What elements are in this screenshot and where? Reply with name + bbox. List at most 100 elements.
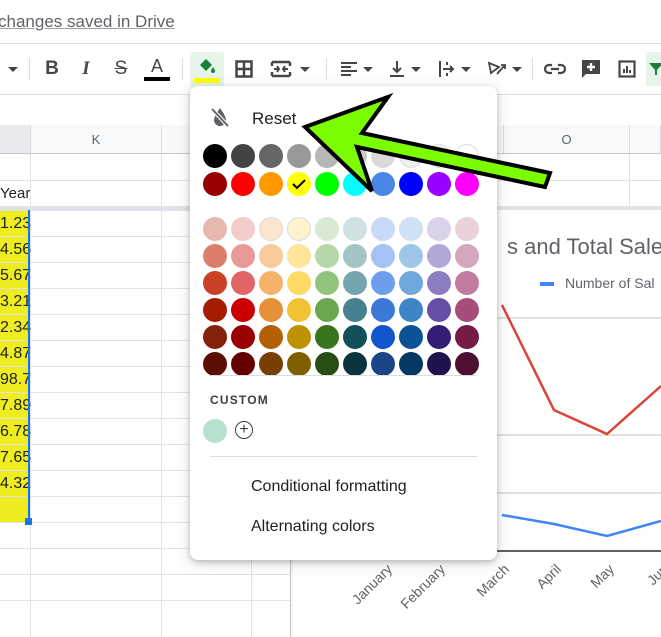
color-swatch[interactable] xyxy=(455,298,479,322)
alternating-colors-item[interactable]: Alternating colors xyxy=(251,518,375,536)
add-custom-color-button[interactable]: + xyxy=(235,421,253,439)
color-swatch[interactable] xyxy=(399,298,423,322)
color-swatch[interactable] xyxy=(343,144,367,168)
color-swatch[interactable] xyxy=(231,352,255,376)
color-swatch[interactable] xyxy=(259,352,283,376)
insert-comment-button[interactable] xyxy=(578,54,604,84)
conditional-formatting-item[interactable]: Conditional formatting xyxy=(251,478,407,496)
color-swatch[interactable] xyxy=(399,217,423,241)
vertical-align-button[interactable] xyxy=(386,54,424,84)
color-swatch[interactable] xyxy=(455,325,479,349)
reset-label[interactable]: Reset xyxy=(252,109,296,129)
color-swatch[interactable] xyxy=(315,325,339,349)
color-swatch[interactable] xyxy=(343,298,367,322)
color-swatch[interactable] xyxy=(287,298,311,322)
color-swatch[interactable] xyxy=(399,325,423,349)
color-swatch[interactable] xyxy=(259,325,283,349)
color-swatch[interactable] xyxy=(259,244,283,268)
color-swatch[interactable] xyxy=(287,172,311,196)
font-size-dropdown[interactable] xyxy=(4,54,22,84)
color-swatch[interactable] xyxy=(455,172,479,196)
data-cell[interactable]: 4.56 xyxy=(0,237,31,263)
color-swatch[interactable] xyxy=(427,352,451,376)
color-swatch[interactable] xyxy=(203,298,227,322)
column-header-k[interactable]: K xyxy=(31,125,162,154)
color-swatch[interactable] xyxy=(315,298,339,322)
color-swatch[interactable] xyxy=(259,172,283,196)
color-swatch[interactable] xyxy=(455,217,479,241)
color-swatch[interactable] xyxy=(203,244,227,268)
color-swatch[interactable] xyxy=(371,325,395,349)
color-swatch[interactable] xyxy=(203,352,227,376)
filter-button[interactable] xyxy=(646,52,661,86)
color-swatch[interactable] xyxy=(427,271,451,295)
color-swatch[interactable] xyxy=(371,172,395,196)
color-swatch[interactable] xyxy=(231,172,255,196)
color-swatch[interactable] xyxy=(287,217,311,241)
column-header[interactable] xyxy=(630,125,661,154)
color-swatch[interactable] xyxy=(343,172,367,196)
color-swatch[interactable] xyxy=(399,144,423,168)
color-swatch[interactable] xyxy=(231,217,255,241)
text-color-button[interactable]: A xyxy=(143,54,171,84)
data-cell[interactable]: 4.87 xyxy=(0,341,31,367)
color-swatch[interactable] xyxy=(427,217,451,241)
text-wrapping-button[interactable] xyxy=(434,54,474,84)
column-header-o[interactable]: O xyxy=(504,125,630,154)
data-cell[interactable]: 6.78 xyxy=(0,419,31,445)
color-swatch[interactable] xyxy=(259,298,283,322)
color-swatch[interactable] xyxy=(231,298,255,322)
insert-link-button[interactable] xyxy=(542,54,568,84)
color-swatch[interactable] xyxy=(371,144,395,168)
color-swatch[interactable] xyxy=(231,325,255,349)
color-swatch[interactable] xyxy=(315,352,339,376)
data-cell[interactable]: 7.65 xyxy=(0,445,31,471)
column-header[interactable] xyxy=(0,125,31,154)
color-swatch[interactable] xyxy=(399,172,423,196)
color-swatch[interactable] xyxy=(315,144,339,168)
strikethrough-button[interactable]: S xyxy=(109,54,133,84)
insert-chart-button[interactable] xyxy=(614,54,640,84)
color-swatch[interactable] xyxy=(315,271,339,295)
color-swatch[interactable] xyxy=(427,325,451,349)
color-swatch[interactable] xyxy=(427,172,451,196)
color-swatch[interactable] xyxy=(203,271,227,295)
color-swatch[interactable] xyxy=(259,144,283,168)
color-swatch[interactable] xyxy=(427,244,451,268)
color-swatch[interactable] xyxy=(259,271,283,295)
color-swatch[interactable] xyxy=(203,325,227,349)
color-swatch[interactable] xyxy=(343,217,367,241)
data-cell[interactable]: 1.23 xyxy=(0,211,31,237)
data-cell[interactable]: 2.34 xyxy=(0,315,31,341)
color-swatch[interactable] xyxy=(399,244,423,268)
color-swatch[interactable] xyxy=(343,325,367,349)
color-swatch[interactable] xyxy=(287,271,311,295)
color-swatch[interactable] xyxy=(399,352,423,376)
color-swatch[interactable] xyxy=(203,172,227,196)
color-swatch[interactable] xyxy=(315,244,339,268)
data-cell[interactable]: 98.7 xyxy=(0,367,31,393)
color-swatch[interactable] xyxy=(371,352,395,376)
data-cell[interactable]: 5.67 xyxy=(0,263,31,289)
color-swatch[interactable] xyxy=(371,298,395,322)
color-swatch[interactable] xyxy=(231,244,255,268)
reset-button[interactable] xyxy=(210,106,230,133)
color-swatch[interactable] xyxy=(287,144,311,168)
color-swatch[interactable] xyxy=(287,352,311,376)
color-swatch[interactable] xyxy=(455,352,479,376)
merge-cells-button[interactable] xyxy=(268,54,312,84)
color-swatch[interactable] xyxy=(203,217,227,241)
color-swatch[interactable] xyxy=(371,244,395,268)
data-cell[interactable]: 3.21 xyxy=(0,289,31,315)
fill-color-button[interactable] xyxy=(190,52,224,88)
color-swatch[interactable] xyxy=(287,325,311,349)
color-swatch[interactable] xyxy=(315,217,339,241)
fill-handle[interactable] xyxy=(25,518,32,525)
color-swatch[interactable] xyxy=(371,271,395,295)
color-swatch[interactable] xyxy=(427,144,451,168)
save-status-link[interactable]: changes saved in Drive xyxy=(0,12,175,32)
text-rotation-button[interactable] xyxy=(484,54,524,84)
color-swatch[interactable] xyxy=(455,144,479,168)
color-swatch[interactable] xyxy=(203,144,227,168)
color-swatch[interactable] xyxy=(343,271,367,295)
